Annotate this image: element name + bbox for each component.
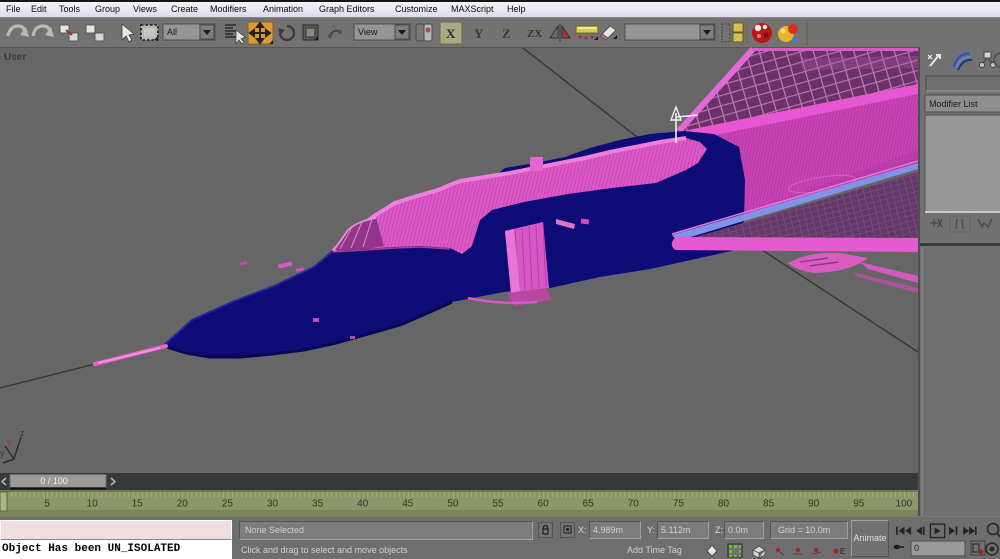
svg-text:85: 85 — [763, 499, 775, 510]
svg-text:80: 80 — [718, 499, 730, 510]
svg-text:60: 60 — [538, 499, 550, 510]
svg-text:70: 70 — [628, 499, 640, 510]
svg-text:25: 25 — [222, 499, 234, 510]
svg-text:100: 100 — [896, 499, 913, 510]
svg-text:65: 65 — [583, 499, 595, 510]
svg-text:30: 30 — [267, 499, 279, 510]
svg-text:20: 20 — [177, 499, 189, 510]
svg-text:90: 90 — [808, 499, 820, 510]
svg-text:Modifier List: Modifier List — [929, 99, 978, 109]
svg-text:45: 45 — [402, 499, 414, 510]
svg-text:55: 55 — [492, 499, 504, 510]
svg-text:z: z — [20, 428, 25, 438]
svg-text:95: 95 — [853, 499, 865, 510]
svg-text:10: 10 — [87, 499, 99, 510]
svg-text:50: 50 — [447, 499, 459, 510]
svg-text:y: y — [0, 448, 5, 458]
svg-text:E: E — [840, 547, 845, 556]
svg-text:View: View — [358, 27, 378, 37]
svg-text:ZX: ZX — [527, 28, 542, 40]
svg-text:15: 15 — [132, 499, 144, 510]
svg-text:x: x — [7, 437, 12, 447]
svg-text:Z: Z — [502, 26, 511, 41]
svg-text:0 / 100: 0 / 100 — [40, 476, 68, 486]
svg-text:0: 0 — [914, 543, 919, 553]
svg-text:All: All — [167, 27, 177, 37]
svg-text:User: User — [4, 52, 26, 63]
svg-text:40: 40 — [357, 499, 369, 510]
svg-text:5: 5 — [44, 499, 50, 510]
svg-text:Y: Y — [474, 26, 484, 41]
svg-text:35: 35 — [312, 499, 324, 510]
svg-text:75: 75 — [673, 499, 685, 510]
svg-text:X: X — [446, 26, 456, 41]
